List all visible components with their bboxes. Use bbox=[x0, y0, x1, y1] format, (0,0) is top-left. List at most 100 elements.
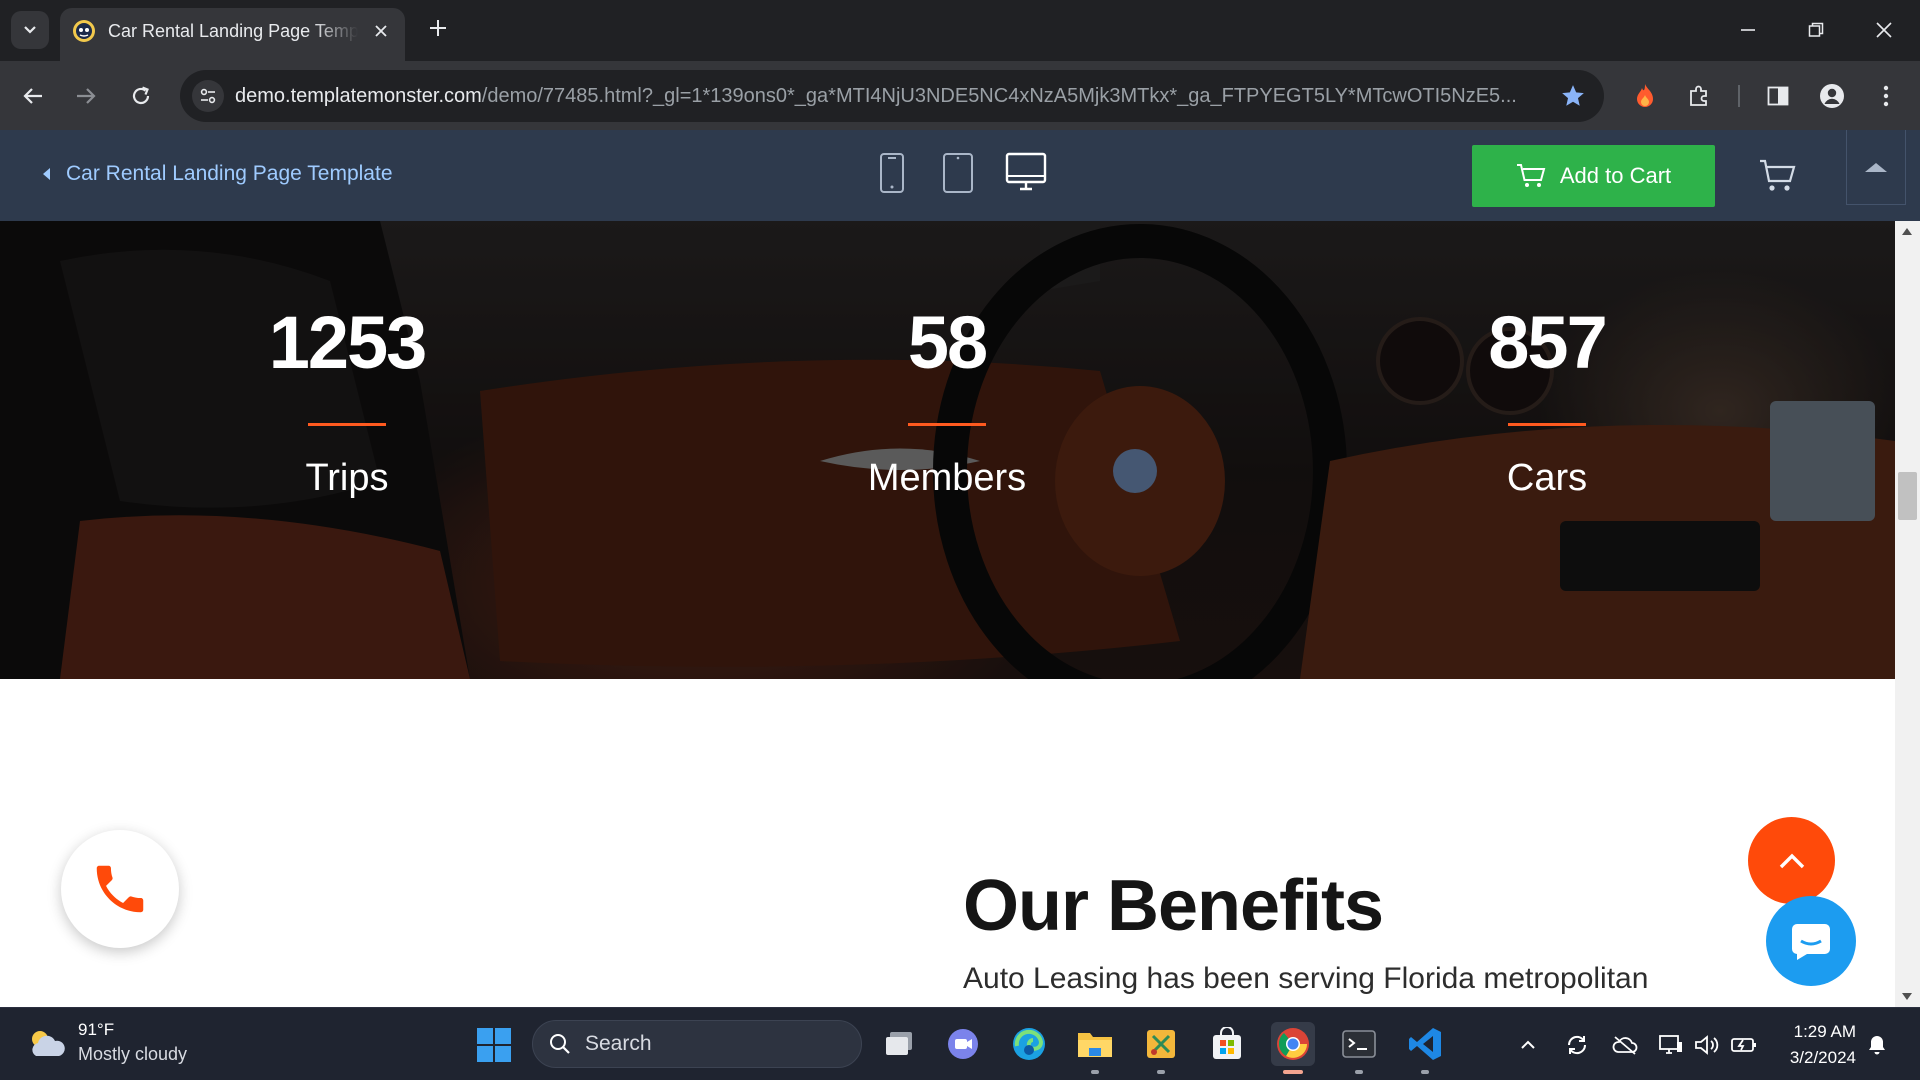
phone-icon bbox=[96, 865, 144, 913]
search-icon bbox=[550, 1034, 570, 1054]
chat-button[interactable] bbox=[1766, 896, 1856, 986]
sync-icon bbox=[1567, 1035, 1587, 1055]
stat-trips: 1253 Trips bbox=[187, 303, 507, 500]
restore-button[interactable] bbox=[1796, 12, 1836, 48]
minimize-icon bbox=[1741, 29, 1755, 31]
scrollbar-thumb[interactable] bbox=[1898, 472, 1917, 520]
taskbar-task-view[interactable] bbox=[877, 1022, 921, 1066]
templatemonster-favicon-icon bbox=[73, 20, 95, 42]
snipping-icon bbox=[1147, 1030, 1175, 1058]
minimize-button[interactable] bbox=[1728, 12, 1768, 48]
running-indicator bbox=[1355, 1070, 1363, 1074]
collapse-bar-button[interactable] bbox=[1846, 130, 1906, 205]
browser-tab[interactable]: Car Rental Landing Page Template bbox=[60, 8, 405, 61]
extensions-button[interactable] bbox=[1681, 78, 1717, 114]
plus-icon bbox=[430, 20, 446, 36]
tray-volume[interactable] bbox=[1692, 1030, 1722, 1060]
new-tab-button[interactable] bbox=[424, 14, 452, 42]
scroll-up-arrow-icon[interactable] bbox=[1902, 228, 1912, 235]
tray-notifications[interactable] bbox=[1862, 1030, 1892, 1060]
tray-overflow-button[interactable] bbox=[1513, 1030, 1543, 1060]
more-vertical-icon bbox=[1883, 85, 1889, 107]
taskbar-search[interactable]: Search bbox=[532, 1020, 862, 1068]
tablet-icon bbox=[943, 153, 973, 193]
browser-menu-button[interactable] bbox=[1868, 78, 1904, 114]
extension-fire-button[interactable] bbox=[1627, 78, 1663, 114]
terminal-icon bbox=[1342, 1030, 1376, 1058]
running-indicator bbox=[1157, 1070, 1165, 1074]
address-bar[interactable]: demo.templatemonster.com/demo/77485.html… bbox=[180, 70, 1604, 122]
device-tablet-button[interactable] bbox=[942, 152, 974, 194]
tray-network[interactable] bbox=[1656, 1030, 1686, 1060]
partly-cloudy-icon bbox=[32, 1030, 65, 1056]
reload-button[interactable] bbox=[123, 78, 159, 114]
weather-text: 91°F Mostly cloudy bbox=[78, 1020, 187, 1065]
chevron-up-icon bbox=[1521, 1040, 1535, 1049]
weather-widget[interactable]: 91°F Mostly cloudy bbox=[26, 1020, 187, 1065]
tab-close-button[interactable] bbox=[371, 21, 391, 41]
windows-start-icon[interactable] bbox=[476, 1027, 512, 1063]
page-scrollbar[interactable] bbox=[1895, 221, 1920, 1007]
stat-label: Members bbox=[867, 457, 1027, 499]
bell-icon bbox=[1869, 1036, 1885, 1055]
stat-divider bbox=[1508, 423, 1586, 426]
network-icon bbox=[1659, 1035, 1682, 1054]
taskbar-snipping-tool[interactable] bbox=[1139, 1022, 1183, 1074]
browser-toolbar: demo.templatemonster.com/demo/77485.html… bbox=[0, 61, 1920, 130]
close-window-button[interactable] bbox=[1864, 12, 1904, 48]
cloud-offline-icon bbox=[1612, 1036, 1638, 1055]
taskbar-edge[interactable] bbox=[1007, 1022, 1051, 1066]
side-panel-button[interactable] bbox=[1760, 78, 1796, 114]
scroll-down-arrow-icon[interactable] bbox=[1902, 993, 1912, 1000]
stat-number: 1253 bbox=[268, 301, 428, 384]
mobile-icon bbox=[880, 153, 904, 193]
teams-icon bbox=[948, 1029, 978, 1059]
side-panel-icon bbox=[1767, 86, 1789, 106]
stat-cars: 857 Cars bbox=[1387, 303, 1707, 500]
tune-icon bbox=[200, 88, 216, 104]
add-to-cart-button[interactable]: Add to Cart bbox=[1472, 145, 1715, 207]
device-mobile-button[interactable] bbox=[879, 152, 905, 194]
scroll-to-top-button[interactable] bbox=[1748, 817, 1835, 904]
back-to-template-link[interactable]: Car Rental Landing Page Template bbox=[43, 162, 393, 186]
cart-icon bbox=[1516, 164, 1546, 187]
bookmark-star-icon[interactable] bbox=[1560, 83, 1586, 109]
chevron-down-icon bbox=[24, 26, 36, 34]
weather-temp: 91°F bbox=[78, 1020, 115, 1039]
call-button[interactable] bbox=[61, 830, 179, 948]
taskbar-file-explorer[interactable] bbox=[1073, 1022, 1117, 1074]
tray-sync[interactable] bbox=[1562, 1030, 1592, 1060]
taskbar-terminal[interactable] bbox=[1337, 1022, 1381, 1074]
page-viewport: 1253 Trips 58 Members 857 Cars Our Benef… bbox=[0, 221, 1920, 1007]
arrow-left-icon bbox=[23, 88, 42, 104]
cart-icon[interactable] bbox=[1758, 156, 1796, 194]
taskbar-store[interactable] bbox=[1205, 1022, 1249, 1066]
device-desktop-button[interactable] bbox=[1005, 152, 1047, 192]
taskbar-clock[interactable]: 1:29 AM 3/2/2024 bbox=[1780, 1022, 1856, 1068]
site-info-button[interactable] bbox=[192, 80, 224, 112]
running-indicator bbox=[1283, 1070, 1303, 1074]
back-button[interactable] bbox=[15, 78, 51, 114]
url-host: demo.templatemonster.com bbox=[235, 85, 482, 107]
tray-onedrive[interactable] bbox=[1610, 1030, 1640, 1060]
windows-taskbar: 91°F Mostly cloudy Search 1:29 AM 3/2/20… bbox=[0, 1007, 1920, 1080]
tab-title: Car Rental Landing Page Template bbox=[108, 21, 358, 41]
taskbar-vscode[interactable] bbox=[1403, 1022, 1447, 1074]
battery-charging-icon bbox=[1731, 1038, 1756, 1052]
benefits-text: Auto Leasing has been serving Florida me… bbox=[963, 962, 1649, 1007]
profile-button[interactable] bbox=[1814, 78, 1850, 114]
tray-battery[interactable] bbox=[1729, 1030, 1759, 1060]
template-preview-bar: Car Rental Landing Page Template Add to … bbox=[0, 130, 1920, 221]
caret-left-icon bbox=[43, 168, 50, 180]
task-view-icon bbox=[886, 1032, 912, 1055]
close-icon bbox=[375, 25, 387, 37]
weather-condition: Mostly cloudy bbox=[78, 1044, 188, 1064]
forward-button[interactable] bbox=[68, 78, 104, 114]
search-label: Search bbox=[585, 1032, 652, 1055]
stat-label: Trips bbox=[305, 457, 389, 499]
taskbar-teams[interactable] bbox=[941, 1022, 985, 1066]
taskbar-chrome[interactable] bbox=[1271, 1022, 1315, 1074]
url-text: demo.templatemonster.com/demo/77485.html… bbox=[235, 85, 1525, 108]
running-indicator bbox=[1091, 1070, 1099, 1074]
tab-search-button[interactable] bbox=[11, 11, 49, 49]
